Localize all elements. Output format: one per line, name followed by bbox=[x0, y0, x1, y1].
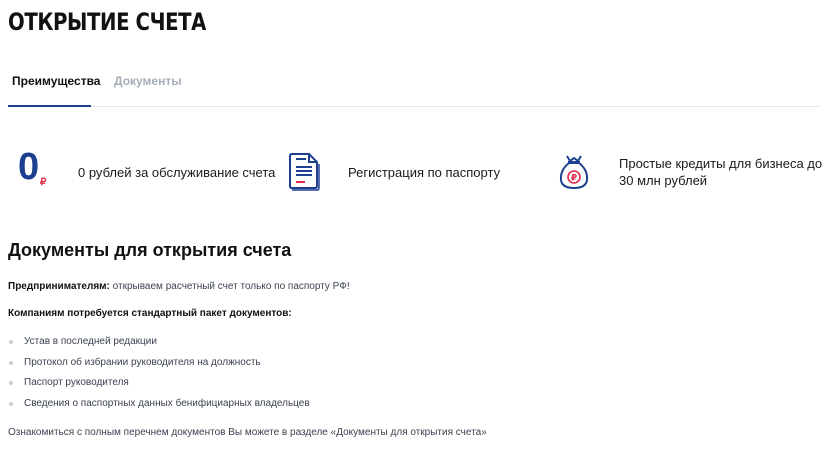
money-bag-icon: ₽ bbox=[559, 155, 589, 189]
list-item-label: Устав в последней редакции bbox=[24, 336, 157, 347]
companies-text: Компаниям потребуется стандартный пакет … bbox=[8, 308, 292, 319]
feature-credits: ₽ Простые кредиты для бизнеса до 30 млн … bbox=[556, 140, 825, 204]
zero-ruble-icon: 0 ₽ bbox=[18, 146, 58, 194]
bullet-icon bbox=[9, 381, 13, 386]
entrepreneurs-text: открываем расчетный счет только по паспо… bbox=[109, 281, 350, 292]
bullet-icon bbox=[9, 360, 13, 365]
feature-text: 0 рублей за обслуживание счета bbox=[78, 164, 276, 180]
feature-passport: Регистрация по паспорту bbox=[286, 140, 500, 204]
list-item-label: Протокол об избрании руководителя на дол… bbox=[24, 356, 261, 368]
ruble-sign: ₽ bbox=[40, 177, 47, 188]
list-item-label: Сведения о паспортных данных бенифициарн… bbox=[24, 398, 310, 410]
bullet-icon bbox=[9, 402, 13, 407]
list-item: Сведения о паспортных данных бенифициарн… bbox=[8, 398, 310, 419]
feature-zero-fee: 0 ₽ 0 рублей за обслуживание счета bbox=[18, 140, 275, 204]
list-item-label: Паспорт руководителя bbox=[24, 377, 129, 389]
tab-advantages[interactable]: Преимущества bbox=[12, 74, 100, 88]
active-tab-indicator bbox=[8, 105, 91, 107]
zero-digit: 0 bbox=[18, 146, 40, 188]
document-icon bbox=[289, 153, 320, 191]
page-title: ОТКРЫТИЕ СЧЕТА bbox=[8, 8, 206, 36]
list-item: Протокол об избрании руководителя на дол… bbox=[8, 357, 310, 378]
entrepreneurs-label: Предпринимателям: bbox=[8, 281, 110, 292]
section-title: Документы для открытия счета bbox=[8, 240, 292, 260]
tabs-divider bbox=[8, 106, 820, 107]
svg-text:₽: ₽ bbox=[571, 174, 577, 184]
entrepreneurs-note: Предпринимателям: открываем расчетный сч… bbox=[8, 281, 350, 292]
feature-text: Регистрация по паспорту bbox=[348, 164, 501, 180]
documents-list: Устав в последней редакции Протокол об и… bbox=[8, 336, 310, 419]
footer-note: Ознакомиться с полным перечнем документо… bbox=[8, 427, 487, 438]
list-item: Устав в последней редакции bbox=[8, 336, 310, 357]
features-row: 0 ₽ 0 рублей за обслуживание счета Регис… bbox=[0, 140, 825, 204]
companies-note: Компаниям потребуется стандартный пакет … bbox=[8, 308, 292, 319]
tab-documents[interactable]: Документы bbox=[114, 74, 181, 88]
list-item: Паспорт руководителя bbox=[8, 377, 310, 398]
tabs: Преимущества Документы bbox=[0, 60, 825, 108]
bullet-icon bbox=[9, 340, 13, 344]
feature-text: Простые кредиты для бизнеса до 30 млн ру… bbox=[619, 156, 823, 188]
